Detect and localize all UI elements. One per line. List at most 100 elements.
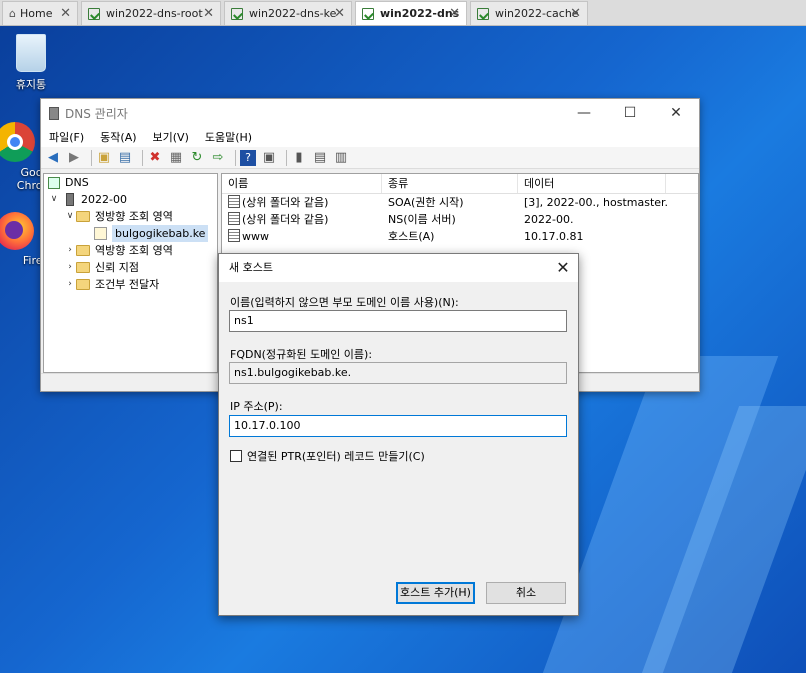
chevron-right-icon[interactable]: ›: [64, 242, 76, 259]
export-icon[interactable]: ⇨: [210, 150, 226, 166]
folder-icon: [76, 245, 90, 256]
minimize-icon[interactable]: —: [561, 99, 607, 127]
refresh-icon[interactable]: ↻: [189, 150, 205, 166]
ip-address-label: IP 주소(P):: [230, 400, 283, 413]
dns-icon: [48, 176, 60, 189]
list-header: 이름 종류 데이터: [222, 174, 698, 194]
record-name: (상위 폴더와 같음): [242, 213, 329, 226]
record-type: SOA(권한 시작): [388, 196, 464, 209]
tree-node-reverse-zones[interactable]: › 역방향 조회 영역: [44, 242, 217, 259]
vm-icon: [477, 7, 489, 20]
cancel-button[interactable]: 취소: [486, 582, 566, 604]
menu-bar: 파일(F) 동작(A) 보기(V) 도움말(H): [41, 127, 699, 147]
menu-view[interactable]: 보기(V): [153, 129, 189, 145]
tab-win2022-dns-root[interactable]: win2022-dns-root ✕: [81, 1, 221, 25]
zone-icon: [94, 227, 107, 240]
menu-file[interactable]: 파일(F): [49, 129, 84, 145]
tab-win2022-dns-ke[interactable]: win2022-dns-ke ✕: [224, 1, 352, 25]
properties-icon[interactable]: ▦: [168, 150, 184, 166]
record-icon: [228, 212, 240, 225]
toolbar: ◀ ▶ ▣ ▤ ✖ ▦ ↻ ⇨ ? ▣ ▮ ▤ ▥: [41, 147, 699, 169]
tab-label: win2022-dns-root: [106, 7, 203, 20]
column-name[interactable]: 이름: [222, 174, 382, 193]
records-icon[interactable]: ▥: [333, 150, 349, 166]
tree-node-conditional-forwarders[interactable]: › 조건부 전달자: [44, 276, 217, 293]
tree-node-forward-zones[interactable]: ∨ 정방향 조회 영역: [44, 208, 217, 225]
list-item[interactable]: (상위 폴더와 같음) SOA(권한 시작) [3], 2022-00., ho…: [222, 194, 698, 211]
tree-node-zone[interactable]: bulgogikebab.ke: [44, 225, 217, 242]
tab-home[interactable]: ⌂ Home ✕: [2, 1, 78, 25]
help-icon[interactable]: ?: [240, 149, 256, 166]
fqdn-field: ns1.bulgogikebab.ke.: [229, 362, 567, 384]
new-host-dialog: 새 호스트 ✕ 이름(입력하지 않으면 부모 도메인 이름 사용)(N): ns…: [218, 253, 579, 616]
tab-win2022-dns[interactable]: win2022-dns ✕: [355, 1, 467, 25]
tree-label: 정방향 조회 영역: [95, 210, 173, 223]
column-data[interactable]: 데이터: [518, 174, 666, 193]
menu-action[interactable]: 동작(A): [100, 129, 136, 145]
host-name-label: 이름(입력하지 않으면 부모 도메인 이름 사용)(N):: [230, 296, 459, 309]
host-name-input[interactable]: ns1: [229, 310, 567, 332]
record-type: 호스트(A): [388, 230, 435, 243]
chrome-icon: [0, 122, 35, 162]
record-name: (상위 폴더와 같음): [242, 196, 329, 209]
server-icon[interactable]: ▮: [291, 150, 307, 166]
tree-node-server[interactable]: ∨ 2022-00: [44, 191, 217, 208]
column-type[interactable]: 종류: [382, 174, 518, 193]
tab-label: Home: [19, 7, 53, 20]
up-folder-icon[interactable]: ▣: [96, 150, 112, 166]
maximize-icon[interactable]: ☐: [607, 99, 653, 127]
tree-label: bulgogikebab.ke: [112, 225, 209, 242]
record-type: NS(이름 서버): [388, 213, 456, 226]
dialog-titlebar[interactable]: 새 호스트 ✕: [219, 254, 578, 282]
forward-icon[interactable]: ▶: [66, 150, 82, 166]
back-icon[interactable]: ◀: [45, 150, 61, 166]
record-data: 10.17.0.81: [524, 230, 584, 243]
console-tree: DNS ∨ 2022-00 ∨ 정방향 조회 영역 bulgogikebab.k…: [43, 173, 218, 373]
record-icon: [228, 195, 240, 208]
chevron-right-icon[interactable]: ›: [64, 276, 76, 293]
dialog-title: 새 호스트: [229, 261, 273, 274]
tree-node-trust-points[interactable]: › 신뢰 지점: [44, 259, 217, 276]
console-icon[interactable]: ▣: [261, 150, 277, 166]
record-name: www: [242, 230, 269, 243]
close-icon[interactable]: ✕: [334, 6, 345, 21]
window-titlebar[interactable]: DNS 관리자 — ☐ ✕: [41, 99, 699, 127]
close-icon[interactable]: ✕: [203, 6, 214, 21]
recycle-bin[interactable]: 휴지통: [0, 34, 62, 92]
tree-label: 신뢰 지점: [95, 261, 139, 274]
vm-icon: [231, 7, 243, 20]
add-host-button[interactable]: 호스트 추가(H): [396, 582, 475, 604]
record-icon: [228, 229, 240, 242]
menu-help[interactable]: 도움말(H): [205, 129, 252, 145]
tree-node-dns[interactable]: DNS: [44, 174, 217, 191]
checkbox-box[interactable]: [230, 450, 242, 462]
tree-label: 조건부 전달자: [95, 278, 160, 291]
record-data: [3], 2022-00., hostmaster.: [524, 196, 669, 209]
tab-label: win2022-dns: [380, 7, 460, 20]
tree-label: 2022-00: [81, 193, 127, 206]
ip-address-input[interactable]: 10.17.0.100: [229, 415, 567, 437]
firefox-icon: [0, 212, 34, 250]
close-icon[interactable]: ✕: [653, 99, 699, 127]
tab-win2022-cache[interactable]: win2022-cache ✕: [470, 1, 588, 25]
close-icon[interactable]: ✕: [449, 6, 460, 21]
close-icon[interactable]: ✕: [60, 6, 71, 21]
checkbox-label: 연결된 PTR(포인터) 레코드 만들기(C): [247, 450, 425, 463]
list-item[interactable]: www 호스트(A) 10.17.0.81: [222, 228, 698, 245]
list-item[interactable]: (상위 폴더와 같음) NS(이름 서버) 2022-00.: [222, 211, 698, 228]
vm-icon: [362, 7, 374, 20]
delete-icon[interactable]: ✖: [147, 150, 163, 166]
chevron-right-icon[interactable]: ›: [64, 259, 76, 276]
tree-label: 역방향 조회 영역: [95, 244, 173, 257]
home-icon: ⌂: [9, 7, 16, 20]
zone-list-icon[interactable]: ▤: [312, 150, 328, 166]
chevron-down-icon[interactable]: ∨: [64, 208, 76, 225]
folder-icon: [76, 279, 90, 290]
chevron-down-icon[interactable]: ∨: [48, 191, 60, 208]
close-icon[interactable]: ✕: [548, 254, 578, 282]
create-ptr-checkbox[interactable]: 연결된 PTR(포인터) 레코드 만들기(C): [230, 448, 425, 464]
close-icon[interactable]: ✕: [570, 6, 581, 21]
fqdn-label: FQDN(정규화된 도메인 이름):: [230, 348, 373, 361]
show-hide-tree-icon[interactable]: ▤: [117, 150, 133, 166]
server-icon: [66, 193, 74, 206]
